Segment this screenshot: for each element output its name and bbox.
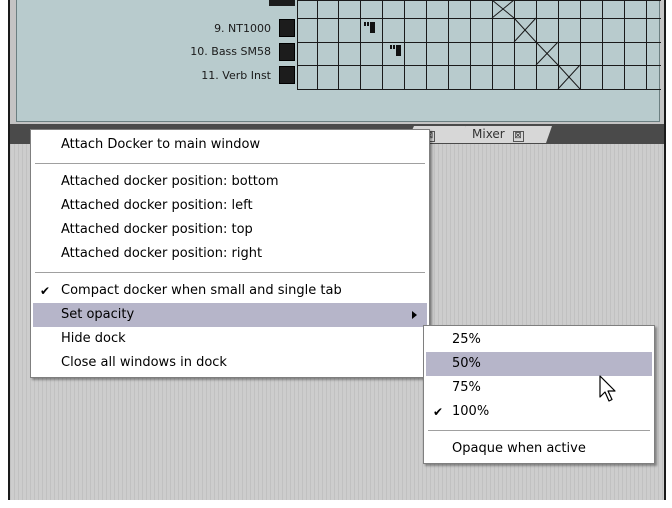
menu-item-label: Attached docker position: bottom bbox=[61, 174, 279, 189]
opacity-submenu: 25% 50% 75% ✔ 100% Opaque when active bbox=[423, 325, 655, 464]
menu-item-opacity-25[interactable]: 25% bbox=[426, 328, 652, 352]
menu-item-position-left[interactable]: Attached docker position: left bbox=[33, 194, 427, 218]
menu-item-set-opacity[interactable]: Set opacity bbox=[33, 303, 427, 327]
menu-item-opaque-when-active[interactable]: Opaque when active bbox=[426, 437, 652, 461]
track-label-verb-inst: 11. Verb Inst bbox=[201, 69, 271, 82]
track-color-swatch[interactable] bbox=[279, 19, 295, 37]
track-label-bass-sm58: 10. Bass SM58 bbox=[190, 45, 271, 58]
menu-item-close-all-windows[interactable]: Close all windows in dock bbox=[33, 351, 427, 375]
menu-item-position-top[interactable]: Attached docker position: top bbox=[33, 218, 427, 242]
menu-item-opacity-50[interactable]: 50% bbox=[426, 352, 652, 376]
menu-item-label: 75% bbox=[452, 380, 481, 395]
submenu-arrow-icon bbox=[412, 311, 417, 319]
close-icon[interactable]: ⊠ bbox=[513, 131, 524, 142]
send-meter-icon bbox=[364, 22, 375, 33]
tab-mixer-label: Mixer bbox=[472, 127, 505, 141]
menu-item-position-bottom[interactable]: Attached docker position: bottom bbox=[33, 170, 427, 194]
checkmark-icon: ✔ bbox=[40, 284, 51, 298]
menu-item-label: Set opacity bbox=[61, 307, 135, 322]
menu-item-label: Hide dock bbox=[61, 331, 126, 346]
menu-item-attach-docker[interactable]: Attach Docker to main window bbox=[33, 133, 427, 157]
menu-item-label: Attached docker position: right bbox=[61, 246, 263, 261]
menu-item-compact-docker[interactable]: ✔ Compact docker when small and single t… bbox=[33, 279, 427, 303]
tab-mixer[interactable]: Mixer ⊠ bbox=[458, 126, 552, 143]
menu-item-label: Compact docker when small and single tab bbox=[61, 283, 342, 298]
track-color-swatch[interactable] bbox=[279, 66, 295, 84]
send-meter-icon bbox=[390, 45, 401, 56]
menu-separator bbox=[428, 430, 650, 431]
menu-item-label: 50% bbox=[452, 356, 481, 371]
routing-grid[interactable] bbox=[297, 0, 661, 94]
routing-matrix: 9. NT1000 10. Bass SM58 11. Verb Inst bbox=[16, 0, 661, 122]
menu-item-label: 100% bbox=[452, 404, 490, 419]
docker-context-menu: Attach Docker to main window Attached do… bbox=[30, 129, 430, 378]
menu-item-label: 25% bbox=[452, 332, 481, 347]
track-label-nt1000: 9. NT1000 bbox=[214, 22, 271, 35]
menu-item-label: Attached docker position: left bbox=[61, 198, 253, 213]
menu-item-label: Close all windows in dock bbox=[61, 355, 227, 370]
menu-item-position-right[interactable]: Attached docker position: right bbox=[33, 242, 427, 266]
menu-item-label: Opaque when active bbox=[452, 441, 586, 456]
menu-separator bbox=[35, 272, 425, 273]
track-color-swatch[interactable] bbox=[279, 43, 295, 61]
mouse-pointer-icon bbox=[599, 375, 616, 402]
menu-item-label: Attach Docker to main window bbox=[61, 137, 261, 152]
menu-item-opacity-100[interactable]: ✔ 100% bbox=[426, 400, 652, 424]
menu-item-hide-dock[interactable]: Hide dock bbox=[33, 327, 427, 351]
track-swatch-cropped bbox=[269, 0, 295, 6]
menu-item-label: Attached docker position: top bbox=[61, 222, 253, 237]
menu-separator bbox=[35, 163, 425, 164]
checkmark-icon: ✔ bbox=[433, 405, 444, 419]
